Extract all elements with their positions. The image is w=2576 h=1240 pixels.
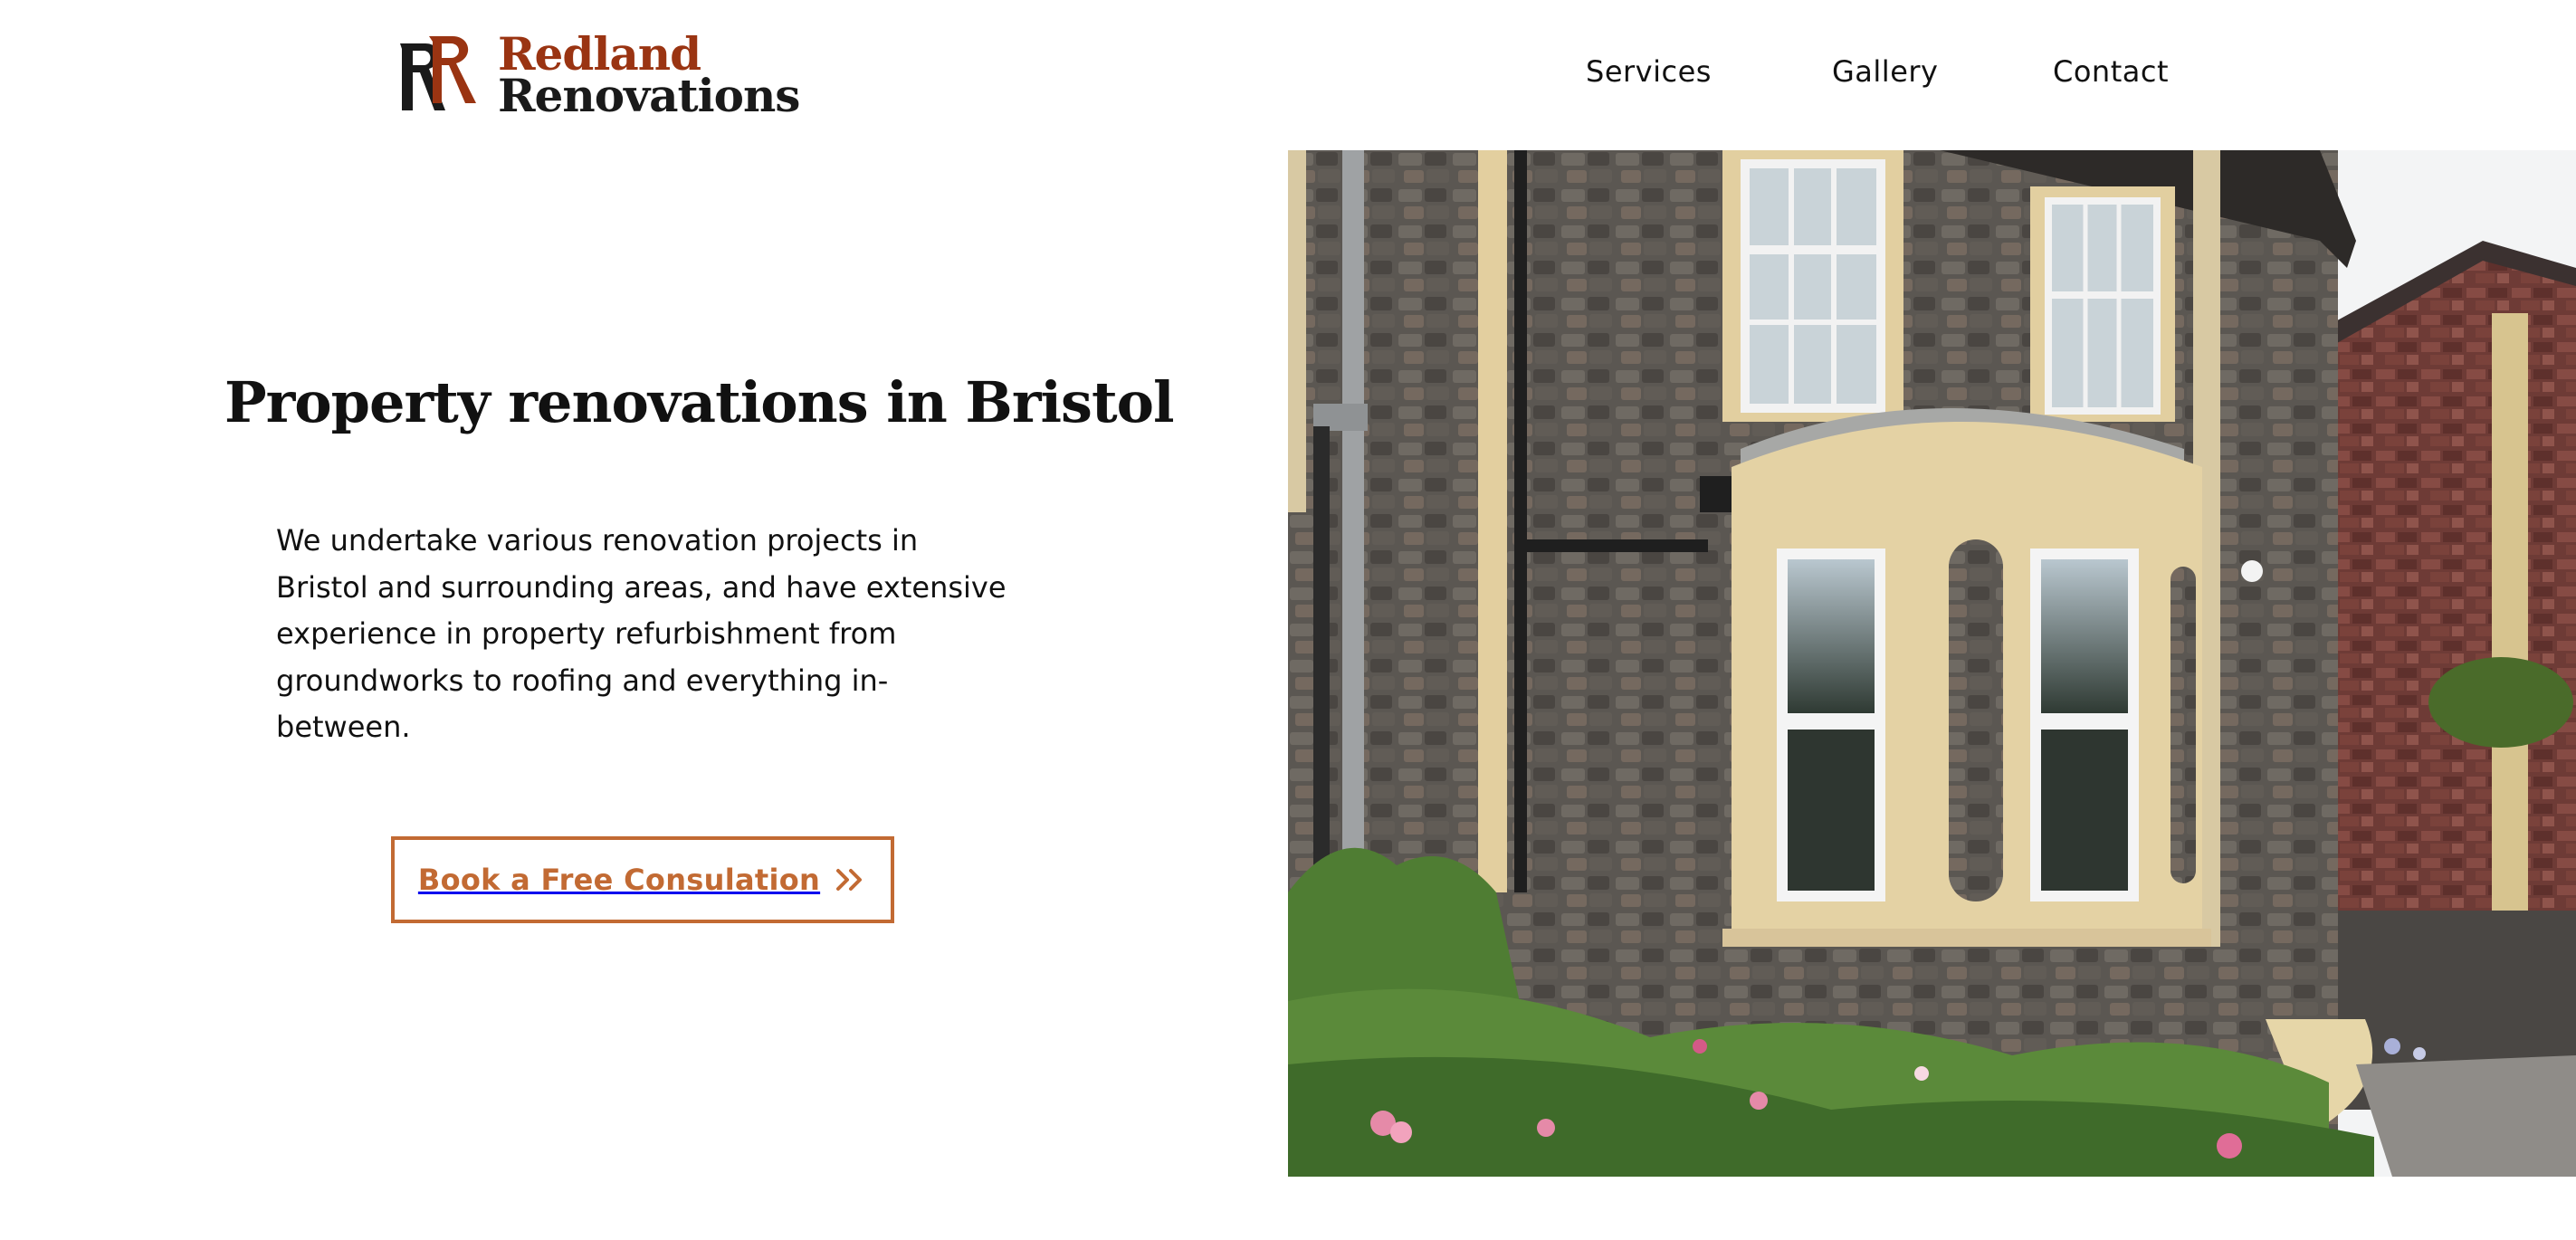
hero-house-photo bbox=[1288, 150, 2576, 1177]
brand-name-line2: Renovations bbox=[498, 69, 800, 122]
nav-item-contact[interactable]: Contact bbox=[2053, 54, 2169, 89]
nav-item-services[interactable]: Services bbox=[1586, 54, 1712, 89]
double-chevron-right-icon bbox=[836, 869, 863, 891]
nav-item-gallery[interactable]: Gallery bbox=[1832, 54, 1938, 89]
hero-title: Property renovations in Bristol bbox=[224, 369, 1175, 435]
stone-house-illustration bbox=[1288, 150, 2576, 1177]
book-consultation-label: Book a Free Consulation bbox=[417, 863, 821, 897]
book-consultation-button[interactable]: Book a Free Consulation bbox=[391, 836, 894, 923]
rr-monogram-icon bbox=[400, 36, 476, 110]
brand-logo[interactable]: Redland Renovations bbox=[393, 27, 800, 122]
hero-description: We undertake various renovation projects… bbox=[276, 523, 1007, 744]
